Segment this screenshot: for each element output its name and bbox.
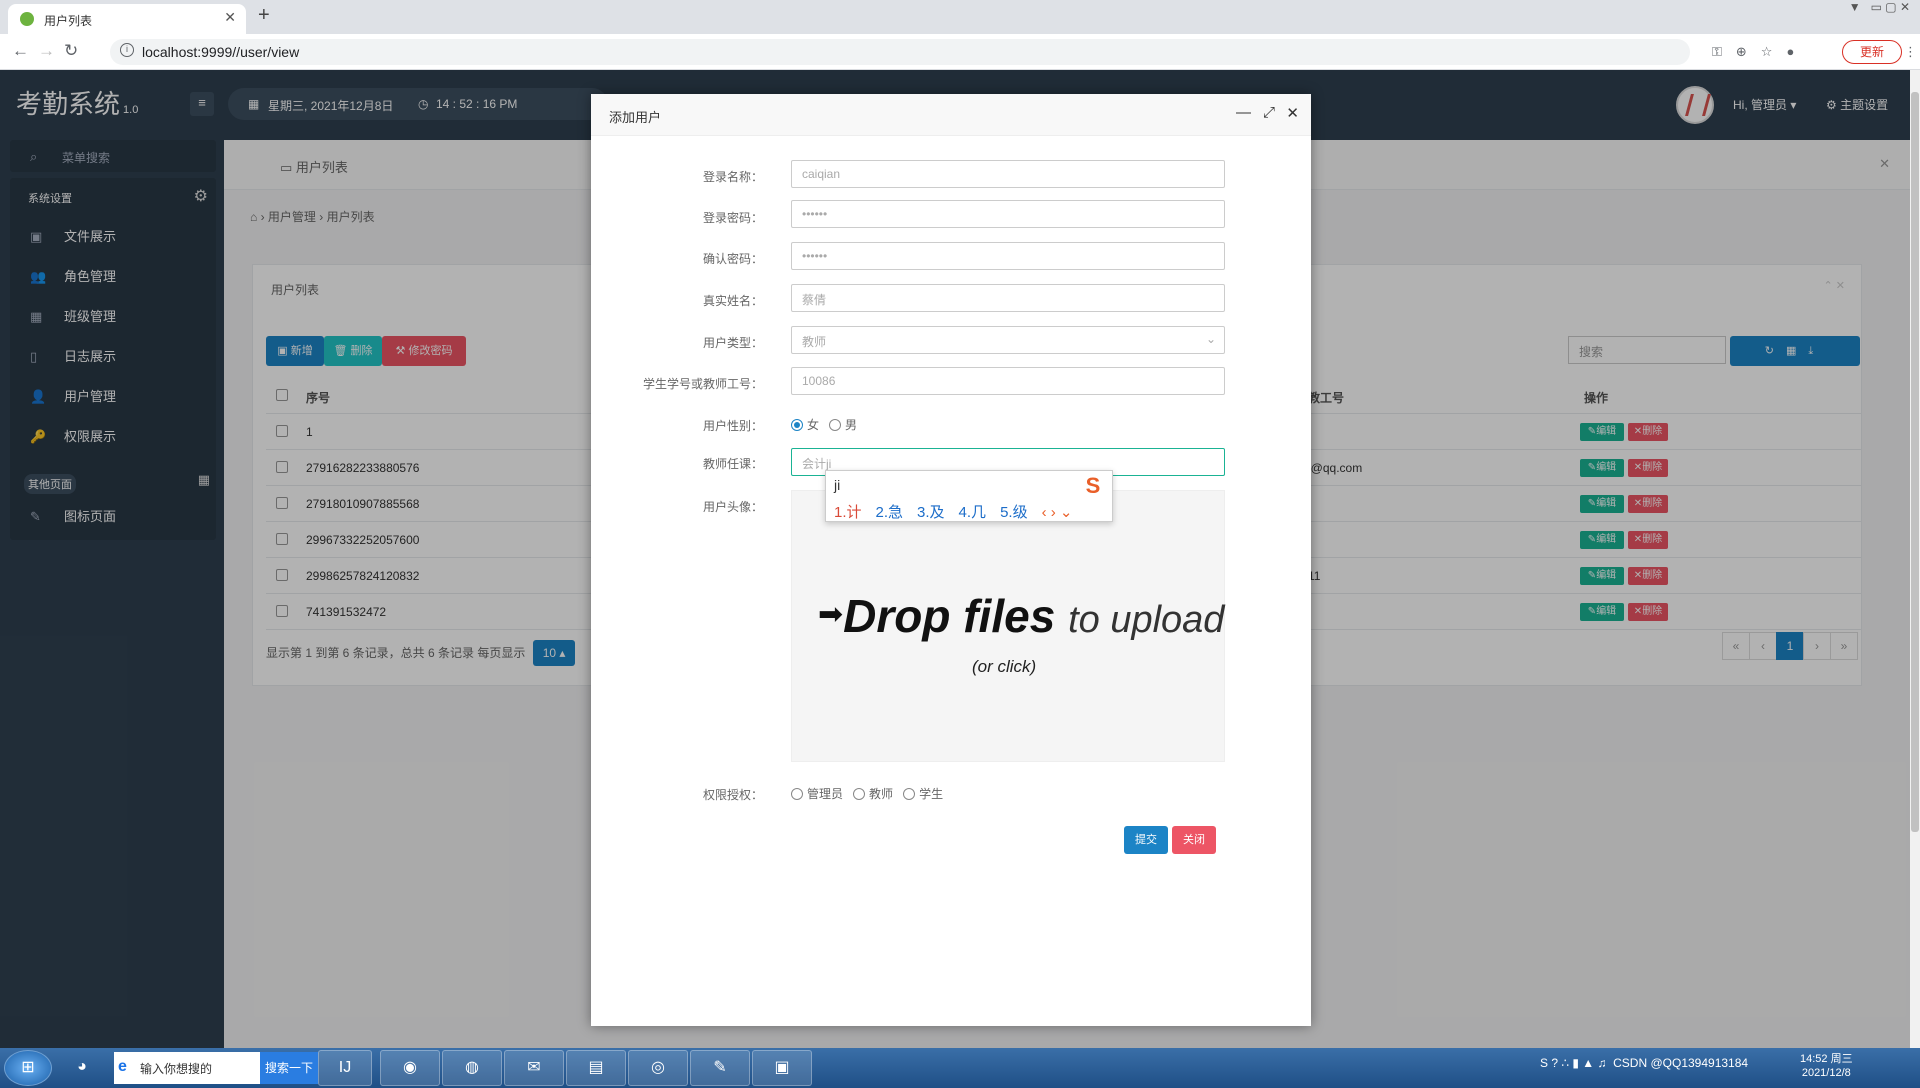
info-icon[interactable]: i [120,43,134,57]
usertype-select[interactable]: 教师 ⌄ [791,326,1225,354]
start-button[interactable]: ⊞ [4,1050,52,1086]
password-label: 登录密码： [702,211,763,225]
app-icon[interactable]: ◍ [442,1050,502,1086]
perm-teacher-radio[interactable] [853,788,866,800]
taskbar-search-button[interactable]: 搜索一下 [260,1052,318,1084]
dialog-title: 添加用户 [609,110,662,125]
tray-icons[interactable]: S ? ∴ ▮ ▲ ♫ [1540,1056,1606,1070]
ime-pinyin: ji [834,477,841,493]
close-button[interactable]: 关闭 [1172,826,1216,854]
app-launcher-icon[interactable]: ◕ [58,1050,106,1086]
number-input[interactable]: 10086 [791,367,1225,395]
page-scrollbar[interactable] [1910,70,1920,1048]
reload-icon[interactable]: ↻ [64,41,78,61]
browser-tabstrip [0,0,1920,34]
login-name-input[interactable]: caiqian [791,160,1225,188]
window-controls[interactable]: ▼ ▭ ▢ ✕ [1849,0,1910,14]
avatar-label: 用户头像： [702,500,763,514]
spring-leaf-icon [20,12,34,26]
folder-icon[interactable]: ▤ [566,1050,626,1086]
ime-candidate[interactable]: 4.几 [959,504,987,521]
browser-tab[interactable]: 用户列表 ✕ [8,4,246,34]
dialog-header: 添加用户 — ⤢ ✕ [591,94,1311,136]
more-icon[interactable]: ⋮ [1904,44,1917,60]
ime-candidate[interactable]: 2.急 [876,504,904,521]
confirm-password-input[interactable]: •••••• [791,242,1225,270]
realname-label: 真实姓名： [702,294,763,308]
taskbar-clock[interactable]: 14:52 周三 2021/12/8 [1800,1052,1853,1080]
avatar-dropzone[interactable]: ➡Drop files to upload (or click) [791,490,1225,762]
submit-button[interactable]: 提交 [1124,826,1168,854]
ime-candidates: 1.计 2.急 3.及 4.几 5.级 ‹ › ⌄ [834,501,1072,522]
arrow-right-icon: ➡ [818,598,844,631]
program-icon[interactable]: ▣ [752,1050,812,1086]
notes-icon[interactable]: ✎ [690,1050,750,1086]
add-user-dialog: 添加用户 — ⤢ ✕ 登录名称： caiqian 登录密码： •••••• 确认… [591,94,1311,1026]
maximize-icon[interactable]: ⤢ [1263,104,1275,121]
url-input[interactable]: i localhost:9999//user/view [110,39,1690,65]
update-button[interactable]: 更新 [1842,40,1902,64]
ime-nav-icon[interactable]: ‹ › ⌄ [1042,504,1073,521]
browser-toolbar-icons[interactable]: ⚿⊕☆● [1712,44,1808,60]
gender-radios: 女 男 [791,416,857,433]
watermark: CSDN @QQ1394913184 [1613,1056,1749,1070]
ie-icon: e [118,1058,127,1075]
permission-label: 权限授权： [702,788,763,802]
realname-input[interactable]: 蔡倩 [791,284,1225,312]
permission-radios: 管理员 教师 学生 [791,785,943,802]
usertype-label: 用户类型： [702,336,763,350]
minimize-icon[interactable]: — [1236,104,1251,121]
perm-student-radio[interactable] [903,788,916,800]
gender-female-radio[interactable] [791,419,803,431]
ime-candidate-window: ji S 1.计 2.急 3.及 4.几 5.级 ‹ › ⌄ [825,470,1113,522]
gender-label: 用户性别： [702,419,763,433]
intellij-icon[interactable]: IJ [318,1050,372,1086]
close-tab-icon[interactable]: ✕ [224,9,236,26]
ime-candidate[interactable]: 1.计 [834,504,862,521]
password-input[interactable]: •••••• [791,200,1225,228]
ime-candidate[interactable]: 5.级 [1000,504,1028,521]
back-icon[interactable]: ← [12,41,29,61]
tab-title: 用户列表 [44,14,93,28]
login-name-label: 登录名称： [702,170,763,184]
sogou-logo-icon: S [1085,473,1101,498]
wechat-icon[interactable]: ✉ [504,1050,564,1086]
perm-admin-radio[interactable] [791,788,803,800]
taskbar-search-input[interactable]: 输入你想搜的 [114,1052,260,1084]
ime-candidate[interactable]: 3.及 [917,504,945,521]
firefox-icon[interactable]: ◉ [380,1050,440,1086]
number-label: 学生学号或教师工号： [642,377,763,391]
teach-label: 教师任课： [702,457,763,471]
url-text: localhost:9999//user/view [142,44,300,60]
new-tab-icon[interactable]: + [258,4,270,27]
confirm-password-label: 确认密码： [702,252,763,266]
scrollbar-thumb[interactable] [1911,92,1919,832]
gender-male-radio[interactable] [829,419,842,431]
forward-icon[interactable]: → [38,41,55,61]
close-icon[interactable]: ✕ [1286,104,1299,122]
chrome-icon[interactable]: ◎ [628,1050,688,1086]
chevron-down-icon: ⌄ [1205,332,1216,346]
system-tray[interactable]: S ? ∴ ▮ ▲ ♫ CSDN @QQ1394913184 [1540,1056,1748,1070]
